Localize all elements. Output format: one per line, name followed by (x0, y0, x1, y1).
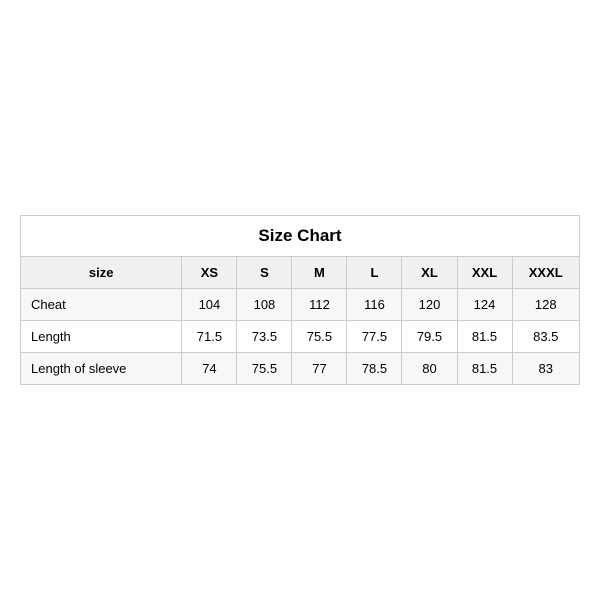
data-cell: 71.5 (182, 321, 237, 353)
row-label: Length (21, 321, 182, 353)
size-chart-table: Size Chart sizeXSSMLXLXXLXXXL Cheat10410… (20, 215, 580, 385)
data-cell: 104 (182, 289, 237, 321)
table-row: Cheat104108112116120124128 (21, 289, 580, 321)
data-cell: 79.5 (402, 321, 457, 353)
data-cell: 83 (512, 353, 579, 385)
data-cell: 112 (292, 289, 347, 321)
data-cell: 77.5 (347, 321, 402, 353)
data-cell: 73.5 (237, 321, 292, 353)
header-cell: size (21, 257, 182, 289)
table-title: Size Chart (21, 216, 580, 257)
data-cell: 116 (347, 289, 402, 321)
data-cell: 83.5 (512, 321, 579, 353)
data-cell: 74 (182, 353, 237, 385)
size-chart-container: Size Chart sizeXSSMLXLXXLXXXL Cheat10410… (20, 215, 580, 385)
header-cell: XL (402, 257, 457, 289)
header-cell: XXL (457, 257, 512, 289)
title-row: Size Chart (21, 216, 580, 257)
table-row: Length71.573.575.577.579.581.583.5 (21, 321, 580, 353)
data-cell: 120 (402, 289, 457, 321)
table-row: Length of sleeve7475.57778.58081.583 (21, 353, 580, 385)
data-cell: 80 (402, 353, 457, 385)
data-cell: 78.5 (347, 353, 402, 385)
data-cell: 81.5 (457, 321, 512, 353)
data-cell: 75.5 (237, 353, 292, 385)
header-cell: M (292, 257, 347, 289)
data-cell: 108 (237, 289, 292, 321)
header-row: sizeXSSMLXLXXLXXXL (21, 257, 580, 289)
header-cell: L (347, 257, 402, 289)
row-label: Cheat (21, 289, 182, 321)
row-label: Length of sleeve (21, 353, 182, 385)
data-cell: 75.5 (292, 321, 347, 353)
header-cell: XXXL (512, 257, 579, 289)
data-cell: 81.5 (457, 353, 512, 385)
data-cell: 124 (457, 289, 512, 321)
data-cell: 128 (512, 289, 579, 321)
data-cell: 77 (292, 353, 347, 385)
header-cell: XS (182, 257, 237, 289)
header-cell: S (237, 257, 292, 289)
